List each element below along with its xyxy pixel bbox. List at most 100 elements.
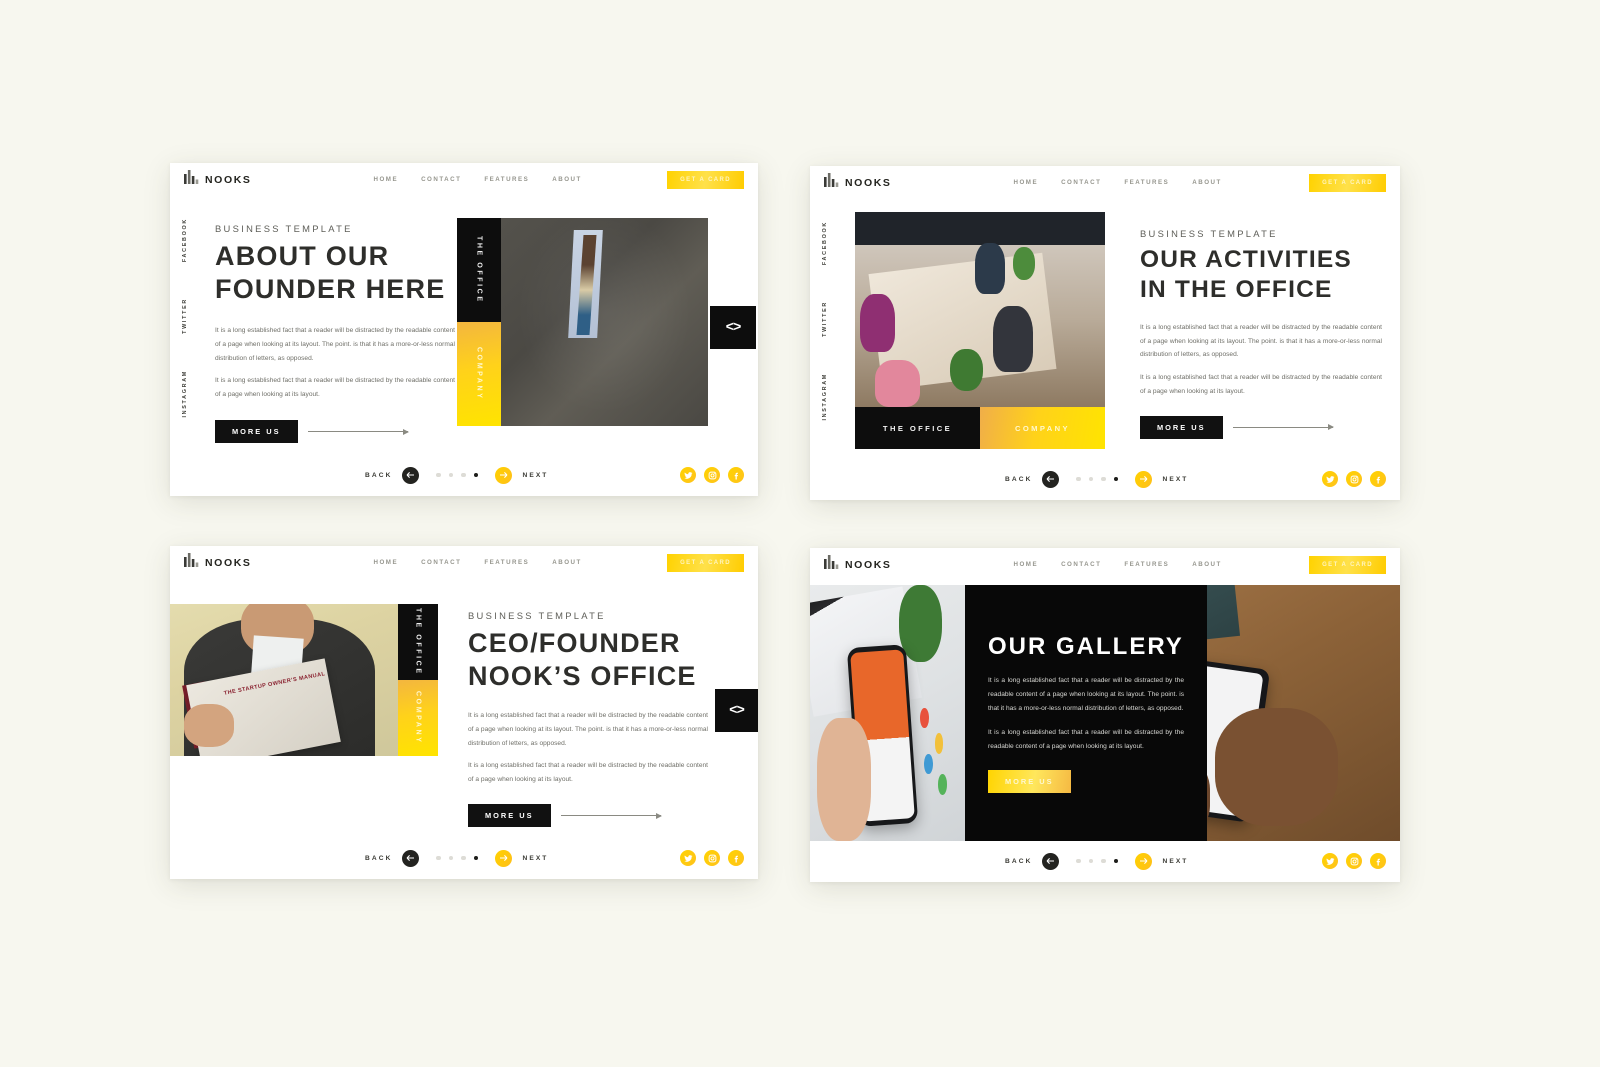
brand-logo[interactable]: NOOKS (184, 553, 252, 572)
back-button[interactable] (1042, 470, 1060, 488)
pager-dot-2[interactable] (1088, 858, 1094, 864)
slide-media: THE OFFICE COMPANY (855, 212, 1105, 449)
tab-company[interactable]: COMPANY (398, 680, 438, 756)
nav-link-features[interactable]: FEATURES (1124, 561, 1169, 568)
arrow-left-icon (407, 472, 415, 478)
pager-dot-2[interactable] (1088, 476, 1094, 482)
pager-dot-3[interactable] (461, 855, 466, 861)
brand-name: NOOKS (845, 176, 892, 189)
nav-link-about[interactable]: ABOUT (552, 176, 582, 183)
next-label[interactable]: NEXT (1162, 858, 1188, 865)
back-button[interactable] (402, 849, 420, 867)
nav-link-contact[interactable]: CONTACT (421, 176, 461, 183)
pager-dot-3[interactable] (1101, 476, 1106, 482)
nav-link-features[interactable]: FEATURES (484, 176, 529, 183)
back-button[interactable] (402, 466, 420, 484)
arrow-right-icon (500, 472, 508, 478)
more-us-row: MORE US (1140, 415, 1382, 439)
facebook-icon[interactable] (728, 850, 744, 866)
brand-logo[interactable]: NOOKS (184, 170, 252, 189)
pager-dot-4[interactable] (1113, 858, 1119, 864)
nav-link-contact[interactable]: CONTACT (1061, 561, 1101, 568)
twitter-icon[interactable] (680, 850, 696, 866)
social-rail-facebook[interactable]: FACEBOOK (822, 221, 828, 265)
tab-company[interactable]: COMPANY (980, 407, 1105, 449)
slide-text-column: BUSINESS TEMPLATE CEO/FOUNDER NOOK’S OFF… (468, 610, 708, 828)
get-a-card-button[interactable]: GET A CARD (1309, 555, 1386, 574)
facebook-icon[interactable] (1370, 853, 1386, 869)
next-label[interactable]: NEXT (522, 855, 548, 862)
social-links (1322, 471, 1386, 487)
tab-the-office[interactable]: THE OFFICE (457, 218, 501, 322)
brand-logo[interactable]: NOOKS (824, 555, 892, 574)
headline-line-1: OUR ACTIVITIES (1140, 246, 1352, 273)
more-us-button[interactable]: MORE US (468, 804, 551, 828)
pager-dot-4[interactable] (473, 472, 479, 478)
nav-link-about[interactable]: ABOUT (552, 559, 582, 566)
brand-logo[interactable]: NOOKS (824, 173, 892, 192)
tab-the-office[interactable]: THE OFFICE (855, 407, 980, 449)
page-title: OUR ACTIVITIES IN THE OFFICE (1140, 245, 1382, 305)
code-toggle-button[interactable]: <> (715, 689, 758, 732)
nav-link-features[interactable]: FEATURES (484, 559, 529, 566)
social-rail-twitter[interactable]: TWITTER (182, 298, 188, 334)
get-a-card-button[interactable]: GET A CARD (1309, 173, 1386, 192)
nav-link-contact[interactable]: CONTACT (421, 559, 461, 566)
pager-dot-1[interactable] (1076, 476, 1081, 482)
social-rail-facebook[interactable]: FACEBOOK (182, 218, 188, 262)
twitter-icon[interactable] (1322, 853, 1338, 869)
pager-dot-1[interactable] (436, 855, 441, 861)
kicker: BUSINESS TEMPLATE (468, 610, 606, 621)
tab-the-office[interactable]: THE OFFICE (398, 604, 438, 680)
back-label[interactable]: BACK (1005, 476, 1032, 483)
nav-link-home[interactable]: HOME (1014, 561, 1039, 568)
nav-link-home[interactable]: HOME (374, 176, 399, 183)
next-button[interactable] (495, 849, 513, 867)
nav-link-about[interactable]: ABOUT (1192, 561, 1222, 568)
back-label[interactable]: BACK (365, 855, 392, 862)
get-a-card-button[interactable]: GET A CARD (667, 170, 744, 189)
social-rail-instagram[interactable]: INSTAGRAM (182, 370, 188, 418)
code-toggle-button[interactable]: <> (710, 306, 756, 349)
facebook-icon[interactable] (728, 467, 744, 483)
tab-company[interactable]: COMPANY (457, 322, 501, 426)
back-label[interactable]: BACK (1005, 858, 1032, 865)
twitter-icon[interactable] (680, 467, 696, 483)
social-rail-twitter[interactable]: TWITTER (822, 301, 828, 337)
nav-link-home[interactable]: HOME (1014, 179, 1039, 186)
pager-dots (1076, 476, 1119, 482)
more-us-button[interactable]: MORE US (1140, 415, 1223, 439)
back-button[interactable] (1042, 852, 1060, 870)
instagram-icon[interactable] (1346, 853, 1362, 869)
pager-dot-1[interactable] (436, 472, 441, 478)
next-button[interactable] (1135, 470, 1153, 488)
instagram-icon[interactable] (704, 850, 720, 866)
nav-link-contact[interactable]: CONTACT (1061, 179, 1101, 186)
nav-link-home[interactable]: HOME (374, 559, 399, 566)
get-a-card-button[interactable]: GET A CARD (667, 553, 744, 572)
pager-dot-2[interactable] (448, 855, 454, 861)
slide-our-gallery: NOOKS HOME CONTACT FEATURES ABOUT GET A … (810, 548, 1400, 882)
next-button[interactable] (495, 466, 513, 484)
twitter-icon[interactable] (1322, 471, 1338, 487)
nav-link-about[interactable]: ABOUT (1192, 179, 1222, 186)
social-rail-instagram[interactable]: INSTAGRAM (822, 373, 828, 421)
pager-dot-1[interactable] (1076, 858, 1081, 864)
pager-dot-3[interactable] (461, 472, 466, 478)
more-us-button[interactable]: MORE US (988, 770, 1071, 794)
next-label[interactable]: NEXT (522, 472, 548, 479)
social-rail: FACEBOOK TWITTER INSTAGRAM (182, 218, 188, 418)
more-us-button[interactable]: MORE US (215, 420, 298, 444)
facebook-icon[interactable] (1370, 471, 1386, 487)
nav-link-features[interactable]: FEATURES (1124, 179, 1169, 186)
instagram-icon[interactable] (704, 467, 720, 483)
pager-dot-4[interactable] (473, 855, 479, 861)
next-button[interactable] (1135, 852, 1153, 870)
pager-dot-3[interactable] (1101, 858, 1106, 864)
instagram-icon[interactable] (1346, 471, 1362, 487)
arrow-left-icon (1047, 858, 1055, 864)
next-label[interactable]: NEXT (1162, 476, 1188, 483)
pager-dot-4[interactable] (1113, 476, 1119, 482)
back-label[interactable]: BACK (365, 472, 392, 479)
pager-dot-2[interactable] (448, 472, 454, 478)
